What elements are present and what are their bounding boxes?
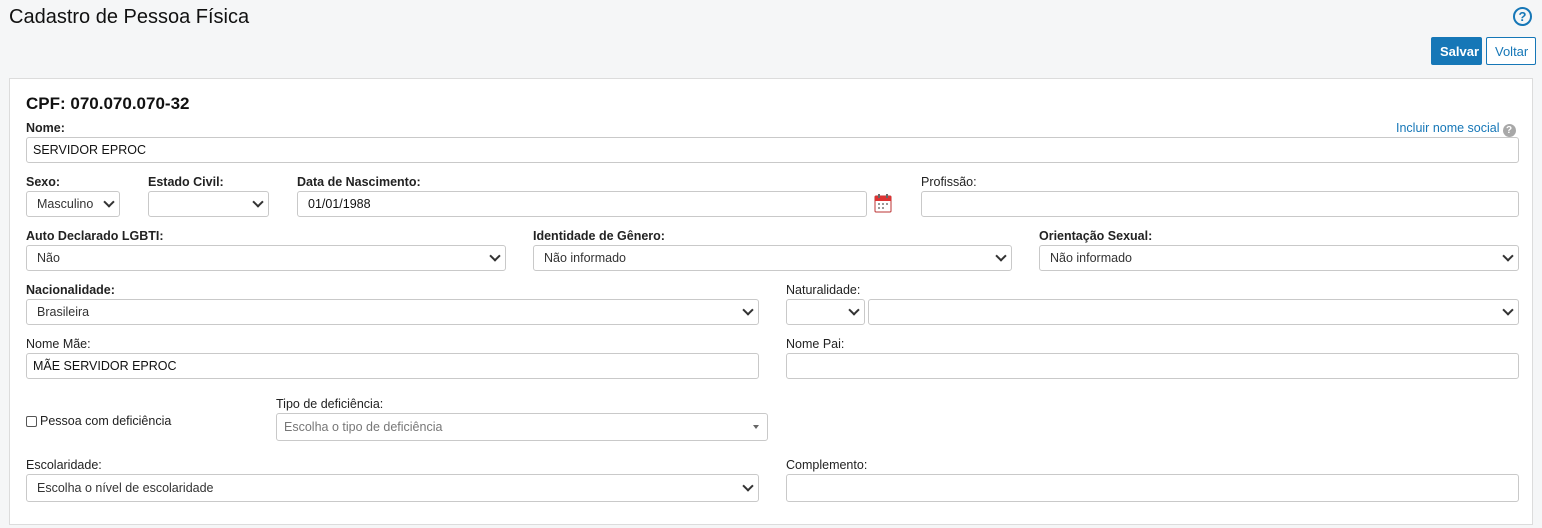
- nome-pai-input[interactable]: [786, 353, 1519, 379]
- lgbti-select[interactable]: Não: [26, 245, 506, 271]
- data-nascimento-label: Data de Nascimento:: [297, 175, 421, 189]
- naturalidade-uf-select[interactable]: [786, 299, 865, 325]
- chevron-down-icon: [1502, 250, 1514, 262]
- caret-down-icon: [753, 425, 759, 429]
- chevron-down-icon: [742, 480, 754, 492]
- incluir-nome-social-link[interactable]: Incluir nome social?: [1396, 121, 1516, 137]
- chevron-down-icon: [1502, 304, 1514, 316]
- identidade-genero-value: Não informado: [544, 251, 626, 265]
- nome-input[interactable]: SERVIDOR EPROC: [26, 137, 1519, 163]
- pessoa-deficiencia-label: Pessoa com deficiência: [40, 414, 172, 428]
- complemento-label: Complemento:: [786, 458, 868, 472]
- tipo-deficiencia-label: Tipo de deficiência:: [276, 397, 384, 411]
- form-panel: CPF: 070.070.070-32 Nome: Incluir nome s…: [9, 78, 1533, 525]
- chevron-down-icon: [848, 304, 860, 316]
- chevron-down-icon: [742, 304, 754, 316]
- profissao-input[interactable]: [921, 191, 1519, 217]
- sexo-value: Masculino: [37, 197, 94, 211]
- profissao-label: Profissão:: [921, 175, 977, 189]
- incluir-nome-social-label: Incluir nome social: [1396, 121, 1500, 135]
- naturalidade-cidade-select[interactable]: [868, 299, 1519, 325]
- back-button[interactable]: Voltar: [1486, 37, 1536, 65]
- nacionalidade-value: Brasileira: [37, 305, 90, 319]
- nacionalidade-label: Nacionalidade:: [26, 283, 115, 297]
- nome-pai-label: Nome Pai:: [786, 337, 845, 351]
- estado-civil-select[interactable]: [148, 191, 269, 217]
- naturalidade-label: Naturalidade:: [786, 283, 861, 297]
- page-title: Cadastro de Pessoa Física: [9, 6, 250, 28]
- pessoa-deficiencia-checkbox[interactable]: [26, 416, 37, 427]
- nome-mae-input[interactable]: MÃE SERVIDOR EPROC: [26, 353, 759, 379]
- lgbti-value: Não: [37, 251, 60, 265]
- chevron-down-icon: [252, 196, 264, 208]
- estado-civil-label: Estado Civil:: [148, 175, 224, 189]
- nacionalidade-select[interactable]: Brasileira: [26, 299, 759, 325]
- orientacao-sexual-value: Não informado: [1050, 251, 1132, 265]
- identidade-genero-select[interactable]: Não informado: [533, 245, 1012, 271]
- question-icon: ?: [1502, 124, 1516, 137]
- cpf-heading: CPF: 070.070.070-32: [26, 94, 190, 113]
- sexo-label: Sexo:: [26, 175, 61, 189]
- calendar-icon[interactable]: [874, 193, 892, 216]
- escolaridade-value: Escolha o nível de escolaridade: [37, 481, 214, 495]
- lgbti-label: Auto Declarado LGBTI:: [26, 229, 164, 243]
- tipo-deficiencia-select[interactable]: Escolha o tipo de deficiência: [276, 413, 768, 441]
- chevron-down-icon: [103, 196, 115, 208]
- escolaridade-label: Escolaridade:: [26, 458, 102, 472]
- nome-label: Nome:: [26, 121, 65, 135]
- escolaridade-select[interactable]: Escolha o nível de escolaridade: [26, 474, 759, 502]
- tipo-deficiencia-placeholder: Escolha o tipo de deficiência: [284, 420, 443, 434]
- chevron-down-icon: [995, 250, 1007, 262]
- sexo-select[interactable]: Masculino: [26, 191, 120, 217]
- orientacao-sexual-select[interactable]: Não informado: [1039, 245, 1519, 271]
- data-nascimento-input[interactable]: 01/01/1988: [297, 191, 867, 217]
- save-button[interactable]: Salvar: [1431, 37, 1482, 65]
- nome-mae-label: Nome Mãe:: [26, 337, 91, 351]
- identidade-genero-label: Identidade de Gênero:: [533, 229, 665, 243]
- complemento-input[interactable]: [786, 474, 1519, 502]
- chevron-down-icon: [489, 250, 501, 262]
- orientacao-sexual-label: Orientação Sexual:: [1039, 229, 1153, 243]
- help-circle-icon[interactable]: ?: [1513, 7, 1532, 26]
